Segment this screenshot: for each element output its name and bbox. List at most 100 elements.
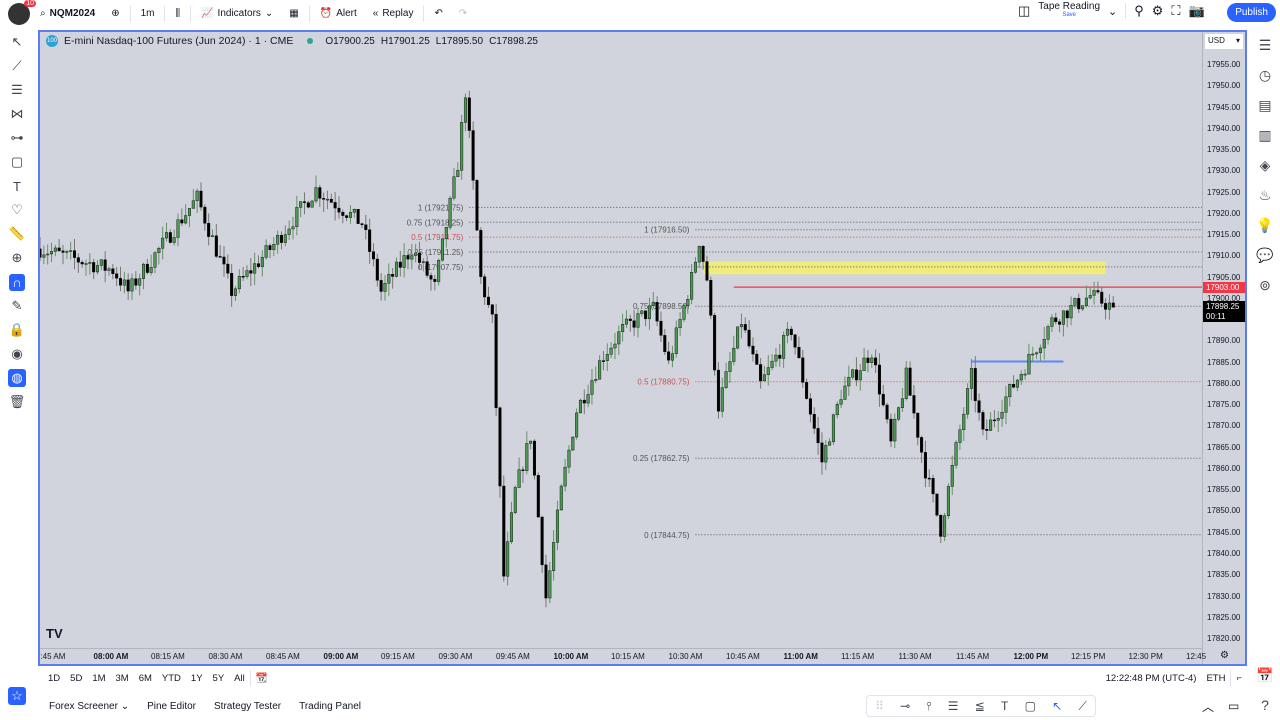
tab-forex-screener[interactable]: Forex Screener ⌄	[40, 701, 138, 712]
alerts-button[interactable]: ◷	[1250, 60, 1280, 90]
candle-body	[613, 343, 617, 349]
candle-body	[973, 368, 977, 401]
maximize-panel-button[interactable]: ▭	[1228, 699, 1239, 713]
fib-extension-icon[interactable]: ≦	[975, 699, 985, 713]
hotlists-button[interactable]: ▥	[1250, 120, 1280, 150]
range-3m[interactable]: 3M	[111, 673, 134, 684]
cursor-icon[interactable]: ↖	[1052, 699, 1062, 713]
candle-body	[360, 223, 364, 225]
ideas-stream-button[interactable]: 💡	[1250, 210, 1280, 240]
layout-icon[interactable]: ◫	[1018, 3, 1030, 19]
ideas-button[interactable]: ♨	[1250, 180, 1280, 210]
hide-tool[interactable]: ◉	[0, 342, 34, 366]
range-1y[interactable]: 1Y	[186, 673, 208, 684]
candle-body	[126, 279, 130, 292]
calendar-button[interactable]: 📅	[1250, 660, 1280, 690]
signals-button[interactable]: ⊚	[1250, 270, 1280, 300]
candle-body	[410, 255, 414, 260]
fullscreen-icon[interactable]: ⛶	[1171, 3, 1180, 19]
pencil-lock-icon: ✎	[11, 298, 23, 313]
vertical-line-icon[interactable]: ⫯	[926, 699, 931, 714]
zoom-tool[interactable]: ⊕	[0, 246, 34, 270]
session-button[interactable]: ETH	[1201, 673, 1230, 684]
candle-body	[866, 357, 870, 363]
candle-body	[835, 403, 839, 416]
adjust-button[interactable]: ⌐	[1231, 673, 1247, 684]
add-symbol-button[interactable]: ⊕	[105, 3, 125, 25]
horizontal-ray-icon[interactable]: ⊸	[900, 699, 910, 713]
tab-strategy-tester[interactable]: Strategy Tester	[205, 701, 290, 712]
cursor-tool[interactable]: ↖	[0, 30, 34, 54]
chat-button[interactable]: 💬	[1250, 240, 1280, 270]
magnet-tool[interactable]: ∩	[0, 270, 34, 294]
text-icon[interactable]: T	[1001, 699, 1008, 713]
symbol-title[interactable]: E-mini Nasdaq-100 Futures (Jun 2024) · 1…	[64, 35, 293, 47]
text-tool[interactable]: T	[0, 174, 34, 198]
range-6m[interactable]: 6M	[134, 673, 157, 684]
remove-tool[interactable]: 🗑	[0, 390, 34, 414]
range-1m[interactable]: 1M	[87, 673, 110, 684]
quick-search-icon[interactable]: ⚲	[1134, 3, 1144, 19]
range-ytd[interactable]: YTD	[157, 673, 186, 684]
alert-button[interactable]: ⏰ Alert	[314, 3, 363, 25]
candle-body	[433, 279, 437, 282]
timezone-clock[interactable]: 12:22:48 PM (UTC-4)	[1101, 673, 1202, 684]
gear-icon[interactable]: ⚙	[1152, 3, 1164, 19]
stay-drawing-tool[interactable]: ✎	[0, 294, 34, 318]
axis-settings-icon[interactable]: ⚙	[1220, 650, 1229, 661]
data-window-button[interactable]: ▤	[1250, 90, 1280, 120]
pattern-tool[interactable]: ⋈	[0, 102, 34, 126]
watchlist-button[interactable]: ☰	[1250, 30, 1280, 60]
shape-tool[interactable]: ▢	[0, 150, 34, 174]
range-1d[interactable]: 1D	[43, 673, 65, 684]
chevron-down-icon[interactable]: ⌄	[1108, 5, 1117, 18]
object-tree-button[interactable]: ◈	[1250, 150, 1280, 180]
interval-button[interactable]: 1m	[135, 3, 161, 25]
indicators-label: Indicators	[217, 8, 261, 19]
projection-tool[interactable]: ⊶	[0, 126, 34, 150]
candle-body	[935, 493, 939, 516]
publish-button[interactable]: Publish	[1227, 3, 1276, 22]
candle-body	[751, 345, 755, 355]
collapse-panel-button[interactable]: ︿	[1202, 698, 1214, 715]
trend-line-icon[interactable]: ⟋	[1078, 699, 1086, 714]
candle-body	[954, 442, 958, 466]
fib-retracement-icon[interactable]: ☰	[948, 699, 959, 713]
measure-tool[interactable]: 📏	[0, 222, 34, 246]
price-tick-label: 17885.00	[1207, 357, 1241, 367]
chart-type-button[interactable]: ⫼	[169, 3, 186, 25]
tab-pine-editor[interactable]: Pine Editor	[138, 701, 205, 712]
avatar[interactable]: 10	[8, 0, 36, 25]
tab-trading-panel[interactable]: Trading Panel	[290, 701, 370, 712]
sync-tool[interactable]: ◍	[0, 366, 34, 390]
chart-canvas[interactable]: 1 (17921.75) 0.75 (17918.25) 0.5 (17914.75…	[40, 32, 1245, 664]
drag-handle-icon[interactable]: ⠿	[875, 699, 884, 713]
camera-icon[interactable]: 📷	[1189, 3, 1205, 19]
indicators-button[interactable]: 📈 Indicators ⌄	[195, 3, 279, 25]
undo-button[interactable]: ↶	[428, 3, 448, 25]
chart-pane[interactable]: 1 (17921.75) 0.75 (17918.25) 0.5 (17914.75…	[38, 30, 1247, 666]
goto-date-button[interactable]: 📆	[251, 673, 273, 684]
grid-icon: ▦	[289, 8, 299, 19]
favorites-button[interactable]: ☆	[0, 684, 34, 708]
range-5d[interactable]: 5D	[65, 673, 87, 684]
candle-body	[1023, 373, 1027, 376]
fib-tool[interactable]: ☰	[0, 78, 34, 102]
lock-tool[interactable]: 🔒	[0, 318, 34, 342]
help-button[interactable]: ?	[1250, 690, 1280, 720]
layout-name-button[interactable]: Tape Reading Save	[1038, 2, 1100, 20]
trend-line-tool[interactable]: ⟋	[0, 54, 34, 78]
redo-button[interactable]: ↷	[453, 3, 473, 25]
currency-select[interactable]: USD ▾	[1205, 34, 1243, 49]
rectangle-icon[interactable]: ▢	[1025, 699, 1036, 713]
templates-button[interactable]: ▦	[283, 3, 304, 25]
price-axis[interactable]: USD ▾ 17955.00 17950.00 17945.00 17940.00 179…	[1202, 32, 1245, 664]
candle-body	[797, 347, 801, 359]
range-5y[interactable]: 5Y	[208, 673, 230, 684]
time-axis[interactable]: 7:45 AM 08:00 AM 08:15 AM 08:30 AM 08:45 AM 0…	[40, 648, 1229, 664]
symbol-search[interactable]: ⌕ NQM2024	[34, 3, 101, 25]
candle-body	[1019, 374, 1023, 381]
replay-button[interactable]: «Replay	[367, 3, 420, 25]
range-all[interactable]: All	[229, 673, 250, 684]
icon-tool[interactable]: ♡	[0, 198, 34, 222]
